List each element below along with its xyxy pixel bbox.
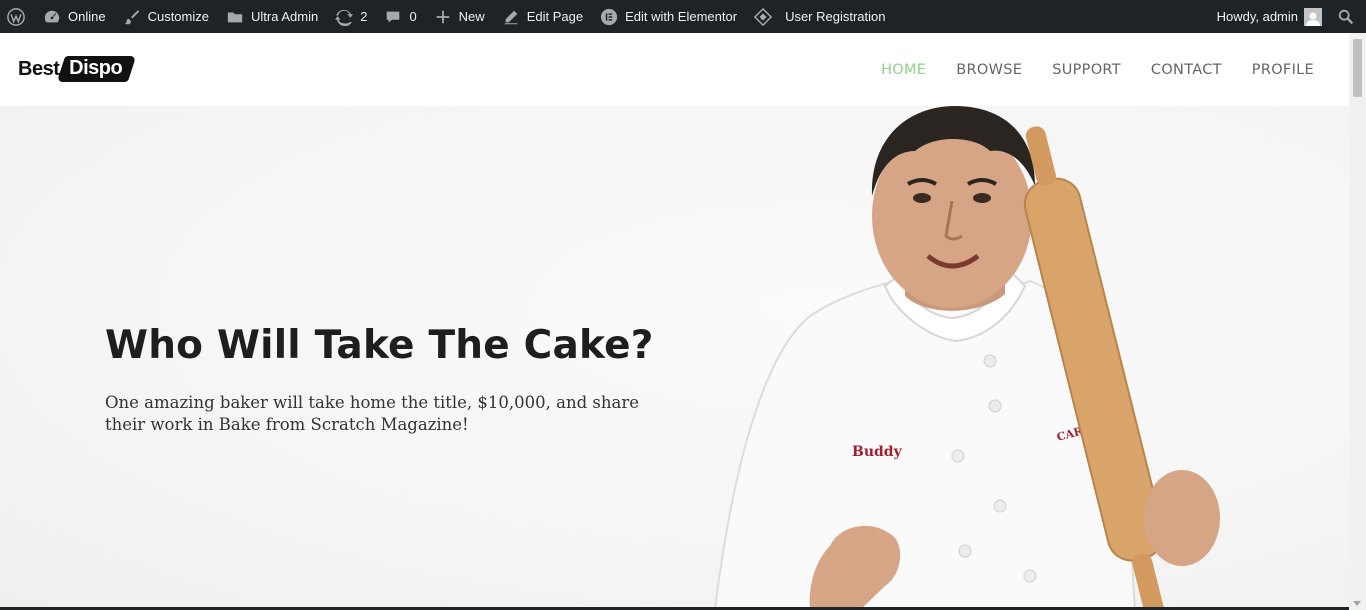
adminbar-ultra-admin-label: Ultra Admin <box>251 9 319 24</box>
updates-icon <box>334 7 354 27</box>
embroidered-name: Buddy <box>852 444 903 460</box>
adminbar-user-registration-label: User Registration <box>785 9 886 24</box>
dashboard-icon <box>42 7 62 27</box>
adminbar-new[interactable]: New <box>425 0 493 33</box>
search-icon <box>1336 7 1356 27</box>
adminbar-updates[interactable]: 2 <box>326 0 375 33</box>
admin-bar: Online Customize Ultra Admin 2 0 New Edi… <box>0 0 1366 33</box>
comment-icon <box>383 7 403 27</box>
nav-support[interactable]: SUPPORT <box>1052 62 1121 78</box>
hero-title: Who Will Take The Cake? <box>105 323 654 368</box>
diamond-icon <box>753 7 773 27</box>
adminbar-edit-page-label: Edit Page <box>526 9 584 24</box>
adminbar-search[interactable] <box>1330 0 1366 33</box>
wordpress-menu[interactable] <box>0 0 34 33</box>
adminbar-edit-elementor[interactable]: Edit with Elementor <box>591 0 745 33</box>
adminbar-user-registration[interactable]: User Registration <box>745 0 893 33</box>
adminbar-online-label: Online <box>68 9 106 24</box>
adminbar-online[interactable]: Online <box>34 0 114 33</box>
nav-profile[interactable]: PROFILE <box>1252 62 1314 78</box>
page-scrollbar[interactable] <box>1349 33 1366 610</box>
pencil-icon <box>501 7 521 27</box>
adminbar-account[interactable]: Howdy, admin <box>1209 0 1330 33</box>
logo-badge: Dispo <box>57 56 137 82</box>
howdy-label: Howdy, admin <box>1216 9 1298 24</box>
plus-icon <box>433 7 453 27</box>
nav-contact[interactable]: CONTACT <box>1151 62 1222 78</box>
scrollbar-thumb[interactable] <box>1353 39 1362 97</box>
adminbar-customize[interactable]: Customize <box>114 0 217 33</box>
adminbar-edit-page[interactable]: Edit Page <box>493 0 591 33</box>
brush-icon <box>122 7 142 27</box>
adminbar-comments-count: 0 <box>409 9 417 24</box>
adminbar-secondary: Howdy, admin <box>1209 0 1366 33</box>
elementor-icon <box>599 7 619 27</box>
hero-section: Who Will Take The Cake? One amazing bake… <box>0 106 1349 610</box>
adminbar-comments[interactable]: 0 <box>375 0 424 33</box>
hero-description: One amazing baker will take home the tit… <box>105 393 639 434</box>
chef-photo: Buddy CARLO'S <box>713 106 1220 610</box>
nav-browse[interactable]: BROWSE <box>956 62 1022 78</box>
adminbar-new-label: New <box>458 9 485 24</box>
site-header: Best Dispo HOME BROWSE SUPPORT CONTACT P… <box>0 33 1349 106</box>
main-navigation: HOME BROWSE SUPPORT CONTACT PROFILE <box>851 33 1314 106</box>
scroll-down-arrow-icon[interactable] <box>1353 601 1361 606</box>
site-logo[interactable]: Best Dispo <box>18 56 137 82</box>
adminbar-customize-label: Customize <box>147 9 209 24</box>
logo-text-dispo: Dispo <box>69 57 123 79</box>
logo-text-best: Best <box>18 57 60 80</box>
adminbar-edit-elementor-label: Edit with Elementor <box>625 9 738 24</box>
folder-icon <box>225 7 245 27</box>
nav-home[interactable]: HOME <box>881 62 926 78</box>
avatar <box>1304 7 1322 26</box>
adminbar-ultra-admin[interactable]: Ultra Admin <box>217 0 326 33</box>
adminbar-updates-count: 2 <box>360 9 368 24</box>
wordpress-icon <box>6 7 26 27</box>
